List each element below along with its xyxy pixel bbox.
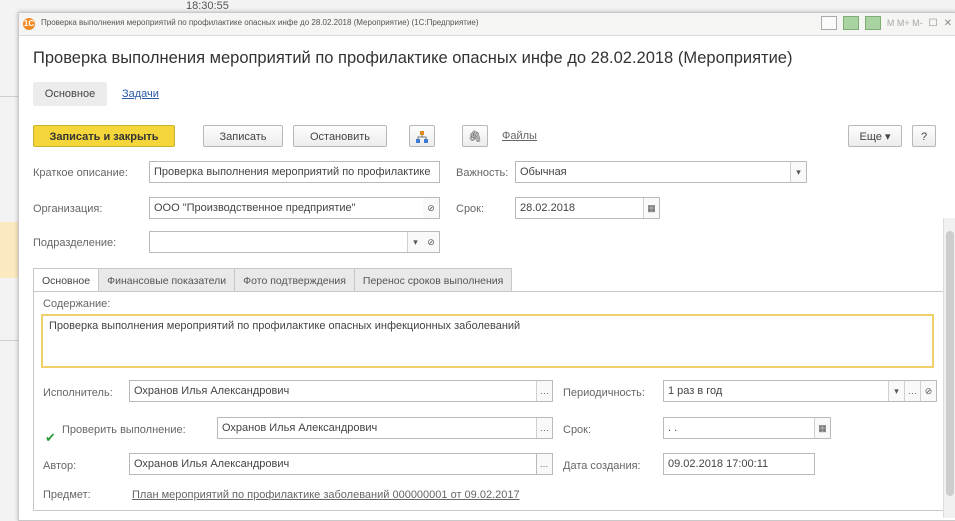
short-desc-label: Краткое описание: [33,167,128,179]
importance-label: Важность: [456,167,509,179]
attach-button[interactable]: 🖇 [462,125,488,147]
content-textarea[interactable]: Проверка выполнения мероприятий по профи… [41,314,934,368]
calculator-icon[interactable] [864,16,881,30]
period-label: Периодичность: [563,387,645,399]
calendar-icon[interactable]: ▦ [643,198,659,218]
author-ellipsis[interactable]: … [536,453,553,475]
open-icon[interactable]: ⊘ [423,198,439,218]
org-value: ООО "Производственное предприятие" [154,202,356,214]
deadline-field[interactable]: 28.02.2018 ▦ [515,197,660,219]
background-highlight [0,222,20,278]
executor-value: Охранов Илья Александрович [134,385,290,397]
tab-main[interactable]: Основное [33,82,107,106]
app-logo-icon: 1С [23,18,35,30]
tab-financial[interactable]: Финансовые показатели [98,268,236,292]
files-link[interactable]: Файлы [502,130,537,142]
calendar-icon[interactable]: ▦ [814,418,830,438]
tab-photos[interactable]: Фото подтверждения [234,268,355,292]
background-time: 18:30:55 [186,0,229,12]
period-field[interactable]: 1 раз в год ▾ … ⊘ [663,380,937,402]
short-desc-field[interactable]: Проверка выполнения мероприятий по профи… [149,161,440,183]
deadline-label: Срок: [456,203,485,215]
ellipsis-icon[interactable]: … [904,381,920,401]
background-divider [0,96,20,97]
save-button[interactable]: Записать [203,125,283,147]
check-deadline-value: . . [668,422,678,434]
open-icon[interactable]: ⊘ [423,232,439,252]
link-icon[interactable] [820,16,837,30]
division-field[interactable]: ▾ ⊘ [149,231,440,253]
stop-button[interactable]: Остановить [293,125,387,147]
check-execution-label: Проверить выполнение: [62,424,186,436]
form-window: 1С Проверка выполнения мероприятий по пр… [18,12,955,521]
dropdown-arrow-icon[interactable]: ▾ [790,162,806,182]
author-value: Охранов Илья Александрович [134,458,290,470]
title-bar: 1С Проверка выполнения мероприятий по пр… [19,13,955,36]
ellipsis-icon[interactable]: … [536,381,552,401]
maximize-icon[interactable]: ☐ [929,18,938,29]
ellipsis-icon[interactable]: … [537,454,552,474]
check-deadline-label: Срок: [563,424,592,436]
check-deadline-field[interactable]: . . ▦ [663,417,831,439]
author-label: Автор: [43,460,77,472]
title-controls: M M+ M- ☐ ✕ [820,16,952,30]
org-field[interactable]: ООО "Производственное предприятие" ⊘ [149,197,440,219]
paperclip-icon: 🖇 [468,131,482,143]
save-close-button[interactable]: Записать и закрыть [33,125,175,147]
executor-field[interactable]: Охранов Илья Александрович … [129,380,553,402]
content-label: Содержание: [43,298,111,310]
inner-tabs: Основное Финансовые показатели Фото подт… [33,268,513,292]
tab-reschedule[interactable]: Перенос сроков выполнения [353,268,513,292]
open-icon[interactable]: ⊘ [920,381,936,401]
subject-link[interactable]: План мероприятий по профилактике заболев… [132,489,520,501]
subject-label: Предмет: [43,489,91,501]
help-button[interactable]: ? [912,125,936,147]
calendar-icon[interactable] [842,16,859,30]
created-label: Дата создания: [563,460,641,472]
author-field[interactable]: Охранов Илья Александрович [129,453,553,475]
check-executor-field[interactable]: Охранов Илья Александрович … [217,417,553,439]
executor-label: Исполнитель: [43,387,113,399]
created-field: 09.02.2018 17:00:11 [663,453,815,475]
page-title: Проверка выполнения мероприятий по профи… [33,49,793,67]
importance-select[interactable]: Обычная ▾ [515,161,807,183]
window-title: Проверка выполнения мероприятий по профи… [41,18,479,27]
period-value: 1 раз в год [668,385,723,397]
memory-buttons[interactable]: M M+ M- [887,18,923,28]
deadline-value: 28.02.2018 [520,202,576,214]
structure-button[interactable] [409,125,435,147]
tab-inner-main[interactable]: Основное [33,268,100,292]
ellipsis-icon[interactable]: … [536,418,552,438]
importance-value: Обычная [520,166,567,178]
hierarchy-icon [416,131,428,143]
more-button[interactable]: Еще ▾ [848,125,902,147]
background-divider [0,340,20,341]
org-label: Организация: [33,203,103,215]
check-execution-checkbox[interactable]: ✔ [45,431,59,445]
division-label: Подразделение: [33,237,117,249]
tab-tasks[interactable]: Задачи [122,88,159,100]
check-executor-value: Охранов Илья Александрович [222,422,378,434]
scrollbar-thumb[interactable] [946,231,954,496]
dropdown-arrow-icon[interactable]: ▾ [407,232,423,252]
close-icon[interactable]: ✕ [944,18,952,29]
dropdown-arrow-icon[interactable]: ▾ [888,381,904,401]
